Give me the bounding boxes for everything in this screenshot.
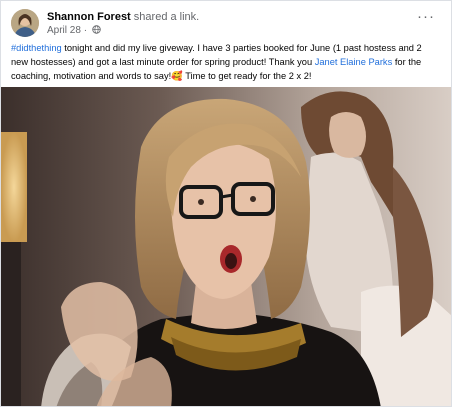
post-date[interactable]: April 28 — [47, 25, 81, 36]
globe-icon — [92, 25, 101, 38]
author-avatar[interactable] — [11, 9, 39, 37]
post-text-part-3: Time to get ready for the 2 x 2! — [182, 71, 312, 81]
smiling-face-with-hearts-emoji: 🥰 — [171, 71, 183, 81]
hashtag-link[interactable]: #didthething — [11, 43, 62, 53]
facebook-post: Shannon Forest shared a link. April 28 ·… — [0, 0, 452, 407]
gif-image — [1, 87, 451, 406]
author-line: Shannon Forest shared a link. — [47, 11, 199, 24]
post-text: #didthething tonight and did my live giv… — [11, 41, 441, 83]
post-meta: April 28 · — [47, 25, 101, 38]
post-header: Shannon Forest shared a link. April 28 ·… — [11, 7, 441, 41]
more-options-icon[interactable]: ··· — [415, 9, 437, 29]
meta-separator: · — [83, 25, 88, 36]
shared-link-image[interactable] — [1, 87, 451, 406]
avatar-image — [11, 9, 39, 37]
mention-link[interactable]: Janet Elaine Parks — [315, 57, 393, 67]
author-name[interactable]: Shannon Forest — [47, 11, 131, 23]
post-action: shared a link. — [133, 11, 200, 23]
